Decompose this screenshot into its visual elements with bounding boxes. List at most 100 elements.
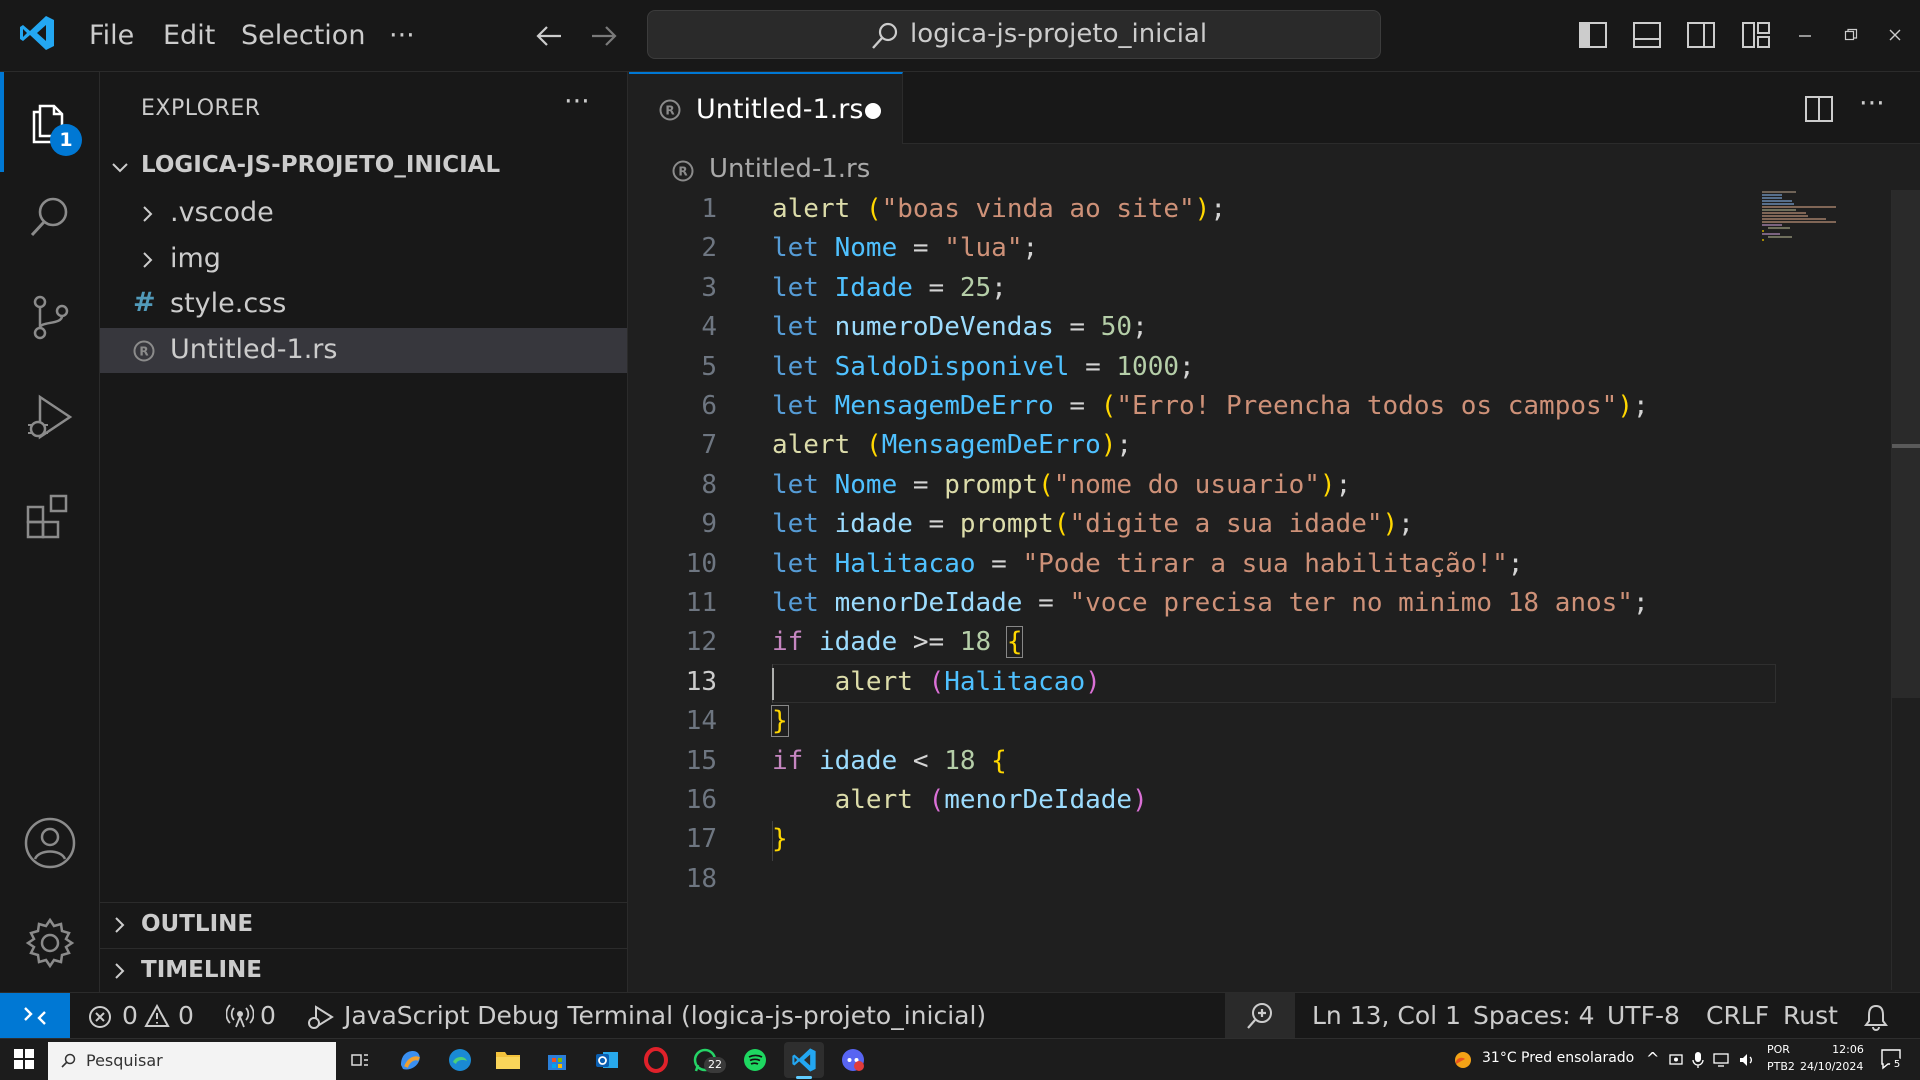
code-line: 2 let Nome = "lua"; [629, 229, 1779, 268]
file-explorer-icon[interactable] [493, 1045, 523, 1075]
copilot-icon[interactable] [395, 1045, 425, 1075]
chevron-down-icon[interactable] [110, 158, 130, 178]
line-number: 10 [685, 548, 717, 579]
toggle-secondary-sidebar-icon[interactable] [1686, 20, 1716, 50]
tree-item-untitled-rs[interactable]: R Untitled-1.rs [100, 328, 627, 373]
warning-count[interactable]: 0 [178, 993, 194, 1039]
code-line: 5 let SaldoDisponivel = 1000; [629, 348, 1779, 387]
editor-tab[interactable]: R Untitled-1.rs [629, 72, 903, 144]
chevron-up-icon[interactable]: ^ [1646, 1049, 1659, 1068]
command-center-search[interactable]: logica-js-projeto_inicial [647, 10, 1381, 59]
toggle-primary-sidebar-icon[interactable] [1578, 20, 1608, 50]
line-number: 1 [701, 194, 717, 224]
forward-arrow-icon[interactable] [588, 20, 620, 52]
code-line: 10 let Halitacao = "Pode tirar a sua habi… [629, 545, 1779, 584]
menu-more[interactable]: ··· [389, 16, 415, 56]
split-editor-icon[interactable] [1804, 94, 1834, 124]
bell-icon[interactable] [1863, 1003, 1889, 1031]
outline-section[interactable]: OUTLINE [100, 902, 627, 948]
activity-manage[interactable] [0, 898, 100, 988]
customize-layout-icon[interactable] [1741, 20, 1771, 50]
activity-run-debug[interactable] [0, 372, 100, 462]
microphone-icon[interactable] [1691, 1051, 1705, 1069]
activity-extensions[interactable] [0, 472, 100, 562]
menu-edit[interactable]: Edit [163, 16, 215, 56]
line-number: 17 [685, 824, 717, 855]
error-count[interactable]: 0 [122, 993, 138, 1039]
spotify-icon[interactable] [740, 1045, 770, 1075]
search-icon [870, 21, 900, 51]
keyboard-layout-line1[interactable]: POR [1767, 1043, 1790, 1056]
line-number: 16 [685, 785, 717, 815]
whatsapp-icon[interactable]: 22 [690, 1045, 726, 1075]
taskbar-search[interactable]: Pesquisar [48, 1042, 336, 1080]
minimap[interactable] [1756, 190, 1876, 250]
timeline-section[interactable]: TIMELINE [100, 948, 627, 992]
restore-icon[interactable] [1844, 28, 1858, 42]
cursor-position[interactable]: Ln 13, Col 1 [1312, 993, 1461, 1039]
edge-browser-icon[interactable] [445, 1045, 475, 1075]
vscode-taskbar-icon[interactable] [784, 1042, 824, 1079]
weather-text[interactable]: 31°C Pred ensolarado [1482, 1050, 1634, 1066]
discord-icon[interactable] [838, 1045, 868, 1075]
code-text: let numeroDeVendas = 50; [772, 312, 1148, 343]
svg-text:R: R [665, 104, 674, 118]
weather-icon[interactable] [1452, 1049, 1474, 1071]
tree-item-vscode[interactable]: .vscode [100, 191, 627, 236]
tree-item-style-css[interactable]: # style.css [100, 283, 627, 328]
chevron-right-icon [138, 204, 158, 224]
project-folder[interactable]: LOGICA-JS-PROJETO_INICIAL [141, 152, 500, 178]
remote-indicator[interactable] [0, 993, 70, 1039]
ports-count[interactable]: 0 [260, 993, 276, 1039]
close-icon[interactable] [1888, 28, 1902, 42]
tree-item-label: img [170, 243, 221, 274]
microsoft-store-icon[interactable] [542, 1045, 572, 1075]
line-number: 3 [701, 272, 717, 303]
camera-icon[interactable] [1668, 1052, 1684, 1068]
svg-text:R: R [678, 165, 687, 179]
code-line: 11 let menorDeIdade = "voce precisa ter n… [629, 584, 1779, 623]
line-ending[interactable]: CRLF [1706, 993, 1769, 1039]
status-bar: 0 0 0 JavaScript Debug Terminal (logica-… [0, 992, 1920, 1039]
timeline-label: TIMELINE [141, 957, 263, 983]
code-text: if idade < 18 { [772, 745, 1007, 776]
windows-start-icon[interactable] [14, 1049, 34, 1069]
search-icon [60, 1053, 76, 1069]
unsaved-dot-icon[interactable] [865, 103, 881, 119]
code-line: 4 let numeroDeVendas = 50; [629, 308, 1779, 347]
outlook-icon[interactable] [592, 1045, 622, 1075]
code-line: 3 let Idade = 25; [629, 269, 1779, 308]
debug-terminal-label[interactable]: JavaScript Debug Terminal (logica-js-pro… [344, 993, 986, 1039]
code-text: } [772, 824, 788, 855]
code-line-active: 13 alert (Halitacao) [629, 663, 1779, 702]
explorer-more-actions[interactable]: ··· [564, 86, 590, 117]
toggle-panel-icon[interactable] [1632, 20, 1662, 50]
tree-item-label: style.css [170, 288, 287, 319]
activity-search[interactable] [0, 172, 100, 262]
minimize-icon[interactable] [1798, 28, 1812, 42]
notification-icon[interactable]: 5 [1880, 1048, 1904, 1072]
language-mode[interactable]: Rust [1783, 993, 1838, 1039]
line-number: 2 [701, 233, 717, 264]
editor-more-actions-icon[interactable]: ··· [1859, 88, 1885, 119]
zoom-indicator[interactable] [1225, 993, 1295, 1039]
network-icon[interactable] [1713, 1052, 1731, 1068]
clock-date[interactable]: 24/10/2024 [1800, 1060, 1863, 1073]
task-view-icon[interactable] [345, 1045, 375, 1075]
back-arrow-icon[interactable] [533, 20, 565, 52]
zoom-in-icon [1247, 1003, 1272, 1029]
opera-browser-icon[interactable] [641, 1045, 671, 1075]
menu-file[interactable]: File [89, 16, 134, 56]
tree-item-img[interactable]: img [100, 237, 627, 282]
activity-explorer[interactable]: 1 [0, 72, 100, 172]
activity-source-control[interactable] [0, 272, 100, 362]
keyboard-layout-line2[interactable]: PTB2 [1767, 1060, 1795, 1073]
volume-icon[interactable] [1738, 1052, 1756, 1068]
clock-time[interactable]: 12:06 [1818, 1043, 1878, 1056]
encoding[interactable]: UTF-8 [1607, 993, 1680, 1039]
menu-selection[interactable]: Selection [241, 16, 365, 56]
whatsapp-badge: 22 [704, 1057, 726, 1073]
indentation[interactable]: Spaces: 4 [1473, 993, 1594, 1039]
activity-accounts[interactable] [0, 798, 100, 888]
code-line: 6 let MensagemDeErro = ("Erro! Preencha t… [629, 387, 1779, 426]
